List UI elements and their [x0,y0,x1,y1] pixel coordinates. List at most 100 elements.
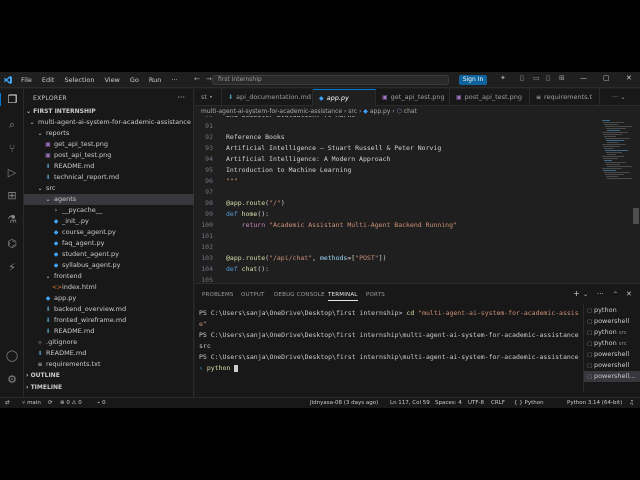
close-panel-icon[interactable]: ✕ [626,290,632,298]
tree-item[interactable]: › __pycache__ [24,205,194,216]
remote-icon[interactable]: ⇄ [5,398,10,408]
branch-status[interactable]: ⑂ main [22,398,41,408]
breadcrumb-root[interactable]: multi-agent-ai-system-for-academic-assis… [201,108,342,115]
sign-in-button[interactable]: Sign In [459,75,487,85]
breadcrumb-file[interactable]: app.py [370,108,391,115]
breadcrumb-src[interactable]: src [348,108,357,115]
tree-item[interactable]: ◆ app.py [24,293,194,304]
editor-tab[interactable]: ⬇ api_documentation.md [222,89,313,106]
workspace-folder-header[interactable]: ⌄ FIRST INTERNSHIP [26,108,96,115]
menu-run[interactable]: Run [144,72,166,88]
tab-overflow-icon[interactable]: ··· ⌄ [606,89,640,106]
source-control-icon[interactable]: ⑂ [0,142,24,155]
tree-item[interactable]: ⌄ multi-agent-ai-system-for-academic-assi… [24,117,194,128]
tree-item[interactable]: ◆ faq_agent.py [24,238,194,249]
terminal-instance[interactable]: ▢ python src [584,327,640,338]
toggle-panel-icon[interactable]: ▭ [533,74,540,82]
search-icon[interactable]: ⌕ [0,118,24,132]
maximize-panel-icon[interactable]: ⌃ [613,291,618,298]
tree-item[interactable]: ▣ post_api_test.png [24,150,194,161]
tree-item[interactable]: ≡ requirements.txt [24,359,194,370]
editor-scrollbar[interactable] [632,116,640,282]
menu-selection[interactable]: Selection [59,72,99,88]
encoding-status[interactable]: UTF-8 [468,398,484,408]
python-interpreter[interactable]: Python 3.14 (64-bit) [567,398,622,408]
menu-edit[interactable]: Edit [37,72,60,88]
explorer-more-icon[interactable]: ··· [177,93,185,102]
tree-item[interactable]: ⬇ technical_report.md [24,172,194,183]
tree-item[interactable]: ⬇ backend_overview.md [24,304,194,315]
editor-tab[interactable]: st • [195,89,222,106]
git-blame-status[interactable]: Jidnyasa-08 (3 days ago) [310,398,378,408]
command-center-search[interactable]: first internship [212,75,449,85]
more-actions-icon[interactable]: ··· [597,290,604,298]
maximize-icon[interactable]: ▢ [603,74,610,82]
lightning-icon[interactable]: ⚡ [0,261,24,274]
run-debug-icon[interactable]: ▷ [0,166,24,179]
minimap[interactable] [600,116,634,282]
tab-problems[interactable]: PROBLEMS [202,292,234,298]
tab-terminal[interactable]: TERMINAL [328,292,358,301]
tree-item[interactable]: ⬇ README.md [24,161,194,172]
menu-go[interactable]: Go [125,72,144,88]
language-mode[interactable]: { } Python [514,398,544,408]
breadcrumb-symbol[interactable]: chat [404,108,417,115]
explorer-icon[interactable]: ❐ [0,93,24,106]
account-icon[interactable]: ◯ [0,349,24,362]
tree-item[interactable]: ⬇ fronted_wireframe.md [24,315,194,326]
outline-section[interactable]: › OUTLINE [26,372,60,379]
editor-tab[interactable]: ≡ requirements.t [530,89,600,106]
tree-item[interactable]: <>index.html [24,282,194,293]
tab-ports[interactable]: PORTS [366,292,385,298]
code-editor[interactable]: 90End-Semester Evaluation: 70 Marks9192R… [195,116,600,282]
extensions-icon[interactable]: ⊞ [0,189,24,202]
terminal-instance[interactable]: ▢ powershell [584,316,640,327]
new-terminal-icon[interactable]: + [573,289,580,298]
editor-tab[interactable]: ▣ get_api_test.png [376,89,450,106]
chevron-down-icon[interactable]: ⌄ [583,291,588,298]
terminal-instance[interactable]: ▢ powershell [584,360,640,371]
tree-item[interactable]: ◆ syllabus_agent.py [24,260,194,271]
tree-item[interactable]: ◆ course_agent.py [24,227,194,238]
cursor-position[interactable]: Ln 117, Col 59 [390,398,430,408]
problems-status[interactable]: ⊗ 0 ⚠ 0 [60,398,82,408]
tree-item[interactable]: ⌄ reports [24,128,194,139]
sync-icon[interactable]: ⟳ [48,398,53,408]
tree-item[interactable]: ◈ .gitignore [24,337,194,348]
tree-item[interactable]: ◆ student_agent.py [24,249,194,260]
tree-item[interactable]: ⌄ frontend [24,271,194,282]
terminal-instance[interactable]: ▢ python src [584,338,640,349]
scroll-thumb[interactable] [633,208,639,224]
more-menu-icon[interactable]: ··· [166,72,182,88]
timeline-section[interactable]: › TIMELINE [26,384,62,391]
copilot-icon[interactable]: ✦ [500,74,506,82]
ports-status[interactable]: ⌁ 0 [97,398,106,408]
terminal-instance[interactable]: ▢ powershell... [584,371,640,382]
settings-gear-icon[interactable]: ⚙ [0,373,24,386]
python-icon[interactable]: ⌬ [0,237,24,250]
close-window-icon[interactable]: ✕ [626,74,632,82]
eol-status[interactable]: CRLF [491,398,505,408]
minimize-icon[interactable]: — [580,74,587,82]
tree-item[interactable]: ⌄ agents [24,194,194,205]
tree-item[interactable]: ⬇ README.md [24,326,194,337]
toggle-secondary-sidebar-icon[interactable]: ▯ [546,74,550,82]
tree-item[interactable]: ◆ _init_.py [24,216,194,227]
toggle-sidebar-icon[interactable]: ▯ [520,74,524,82]
menu-view[interactable]: View [99,72,124,88]
tab-debug-console[interactable]: DEBUG CONSOLE [274,292,325,298]
tree-item[interactable]: ▣ get_api_test.png [24,139,194,150]
terminal-instance[interactable]: ▢ python [584,305,640,316]
menu-file[interactable]: File [16,72,37,88]
notifications-bell-icon[interactable]: ♫ [629,398,634,408]
terminal-instance[interactable]: ▢ powershell [584,349,640,360]
tree-item[interactable]: ⬇ README.md [24,348,194,359]
editor-tab[interactable]: ◆ app.py [313,89,376,106]
indentation-status[interactable]: Spaces: 4 [435,398,462,408]
customize-layout-icon[interactable]: ⊞ [559,74,565,82]
terminal-output[interactable]: PS C:\Users\sanja\OneDrive\Desktop\first… [199,308,579,396]
tab-output[interactable]: OUTPUT [241,292,265,298]
testing-icon[interactable]: ⚗ [0,213,24,226]
editor-tab[interactable]: ▣ post_api_test.png [450,89,530,106]
tree-item[interactable]: ⌄ src [24,183,194,194]
